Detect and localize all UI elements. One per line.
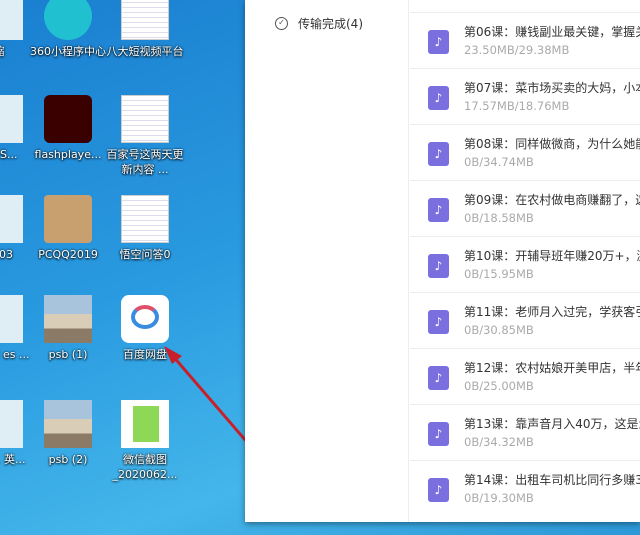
audio-file-icon: ♪ bbox=[428, 198, 449, 222]
audio-file-icon: ♪ bbox=[428, 254, 449, 278]
file-title: 第10课：开辅导班年赚20万+，激 bbox=[464, 249, 640, 263]
transfer-panel: ✓ 传输完成(4) ♪ 第06课：赚钱副业最关键，掌握关 23.50MB/29.38… bbox=[245, 0, 640, 522]
file-title: 第12课：农村姑娘开美甲店，半年 bbox=[464, 361, 640, 375]
list-item[interactable] bbox=[410, 0, 640, 12]
list-item[interactable]: ♪ 第12课：农村姑娘开美甲店，半年 0B/25.00MB bbox=[410, 348, 640, 404]
file-size: 0B/25.00MB bbox=[464, 379, 534, 393]
file-size: 0B/19.30MB bbox=[464, 491, 534, 505]
audio-file-icon: ♪ bbox=[428, 30, 449, 54]
file-size: 23.50MB/29.38MB bbox=[464, 43, 570, 57]
list-item[interactable]: ♪ 第10课：开辅导班年赚20万+，激 0B/15.95MB bbox=[410, 236, 640, 292]
file-size: 0B/15.95MB bbox=[464, 267, 534, 281]
audio-file-icon: ♪ bbox=[428, 478, 449, 502]
audio-file-icon: ♪ bbox=[428, 366, 449, 390]
sidebar-item-completed[interactable]: ✓ 传输完成(4) bbox=[275, 15, 363, 32]
audio-file-icon: ♪ bbox=[428, 142, 449, 166]
file-size: 0B/34.74MB bbox=[464, 155, 534, 169]
file-title: 第06课：赚钱副业最关键，掌握关 bbox=[464, 25, 640, 39]
file-size: 0B/34.32MB bbox=[464, 435, 534, 449]
transfer-sidebar: ✓ 传输完成(4) bbox=[245, 0, 409, 522]
list-item[interactable]: ♪ 第07课：菜市场买卖的大妈，小本 17.57MB/18.76MB bbox=[410, 68, 640, 124]
check-circle-icon: ✓ bbox=[275, 17, 288, 30]
file-title: 第11课：老师月入过完，学获客引 bbox=[464, 305, 640, 319]
list-item[interactable]: ♪ 第06课：赚钱副业最关键，掌握关 23.50MB/29.38MB bbox=[410, 12, 640, 68]
file-title: 第09课：在农村做电商赚翻了，这 bbox=[464, 193, 640, 207]
list-item[interactable]: ♪ 第13课：靠声音月入40万，这是怎 0B/34.32MB bbox=[410, 404, 640, 460]
list-item[interactable]: ♪ 第14课：出租车司机比同行多赚3 0B/19.30MB bbox=[410, 460, 640, 516]
file-title: 第13课：靠声音月入40万，这是怎 bbox=[464, 417, 640, 431]
audio-file-icon: ♪ bbox=[428, 422, 449, 446]
file-size: 17.57MB/18.76MB bbox=[464, 99, 570, 113]
audio-file-icon: ♪ bbox=[428, 86, 449, 110]
file-title: 第07课：菜市场买卖的大妈，小本 bbox=[464, 81, 640, 95]
list-item[interactable]: ♪ 第08课：同样做微商，为什么她能 0B/34.74MB bbox=[410, 124, 640, 180]
audio-file-icon: ♪ bbox=[428, 310, 449, 334]
file-title: 第08课：同样做微商，为什么她能 bbox=[464, 137, 640, 151]
file-size: 0B/18.58MB bbox=[464, 211, 534, 225]
file-size: 0B/30.85MB bbox=[464, 323, 534, 337]
file-title: 第14课：出租车司机比同行多赚3 bbox=[464, 473, 640, 487]
list-item[interactable]: ♪ 第11课：老师月入过完，学获客引 0B/30.85MB bbox=[410, 292, 640, 348]
list-item[interactable]: ♪ 第09课：在农村做电商赚翻了，这 0B/18.58MB bbox=[410, 180, 640, 236]
